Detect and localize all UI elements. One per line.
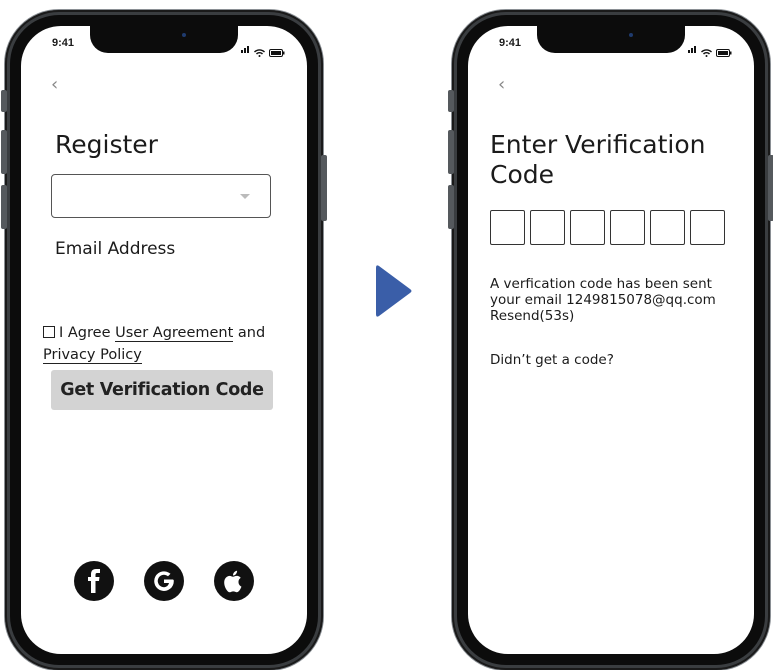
power-button <box>768 155 773 221</box>
email-address-label: Email Address <box>55 239 176 259</box>
volume-up-button <box>1 130 7 174</box>
social-login-row <box>21 561 307 601</box>
status-icons <box>688 38 732 57</box>
code-digit-input[interactable] <box>490 210 525 245</box>
title-line-2: Code <box>490 160 555 189</box>
back-button[interactable]: ‹ <box>51 74 58 95</box>
code-digit-input[interactable] <box>530 210 565 245</box>
agreement-text: I Agree User Agreement and Privacy Polic… <box>43 322 293 366</box>
register-phone: 9:41 ‹ Register Email Address I Agree Us… <box>1 10 327 670</box>
page-title: Register <box>55 130 158 159</box>
signal-icon <box>688 38 697 57</box>
status-time: 9:41 <box>52 37 75 49</box>
code-digit-input[interactable] <box>610 210 645 245</box>
agree-checkbox[interactable] <box>43 326 55 338</box>
signal-icon <box>241 38 250 57</box>
status-icons <box>241 38 285 57</box>
volume-down-button <box>448 185 454 229</box>
status-time: 9:41 <box>499 37 522 49</box>
verification-screen: 9:41 ‹ Enter Verification Code A verfica <box>468 26 754 654</box>
privacy-policy-link[interactable]: Privacy Policy <box>43 347 142 364</box>
resend-link[interactable]: Resend(53s) <box>490 308 750 324</box>
get-verification-code-button[interactable]: Get Verification Code <box>51 370 273 410</box>
message-line-1: A verfication code has been sent <box>490 276 712 292</box>
message-line-2: your email 1249815078@qq.com <box>490 292 716 308</box>
verification-phone: 9:41 ‹ Enter Verification Code A verfica <box>448 10 773 670</box>
wifi-icon <box>701 49 712 57</box>
google-icon[interactable] <box>144 561 184 601</box>
user-agreement-link[interactable]: User Agreement <box>115 325 234 342</box>
mute-switch <box>448 90 454 112</box>
title-line-1: Enter Verification <box>490 130 706 159</box>
code-digit-input[interactable] <box>570 210 605 245</box>
and-text: and <box>237 325 266 341</box>
wifi-icon <box>254 49 265 57</box>
apple-icon[interactable] <box>214 561 254 601</box>
code-digit-input[interactable] <box>650 210 685 245</box>
notch <box>537 26 685 53</box>
code-input-group <box>490 210 725 245</box>
agree-prefix: I Agree <box>59 325 111 341</box>
volume-up-button <box>448 130 454 174</box>
page-title: Enter Verification Code <box>490 130 706 190</box>
next-arrow-icon <box>376 265 412 317</box>
volume-down-button <box>1 185 7 229</box>
back-button[interactable]: ‹ <box>498 74 505 95</box>
register-screen: 9:41 ‹ Register Email Address I Agree Us… <box>21 26 307 654</box>
chevron-down-icon <box>240 194 250 199</box>
notch <box>90 26 238 53</box>
no-code-link[interactable]: Didn’t get a code? <box>490 352 614 368</box>
verification-message: A verfication code has been sent your em… <box>490 276 750 324</box>
facebook-icon[interactable] <box>74 561 114 601</box>
code-digit-input[interactable] <box>690 210 725 245</box>
country-dropdown[interactable] <box>51 174 271 218</box>
battery-icon <box>269 49 285 57</box>
power-button <box>321 155 327 221</box>
battery-icon <box>716 49 732 57</box>
mute-switch <box>1 90 7 112</box>
